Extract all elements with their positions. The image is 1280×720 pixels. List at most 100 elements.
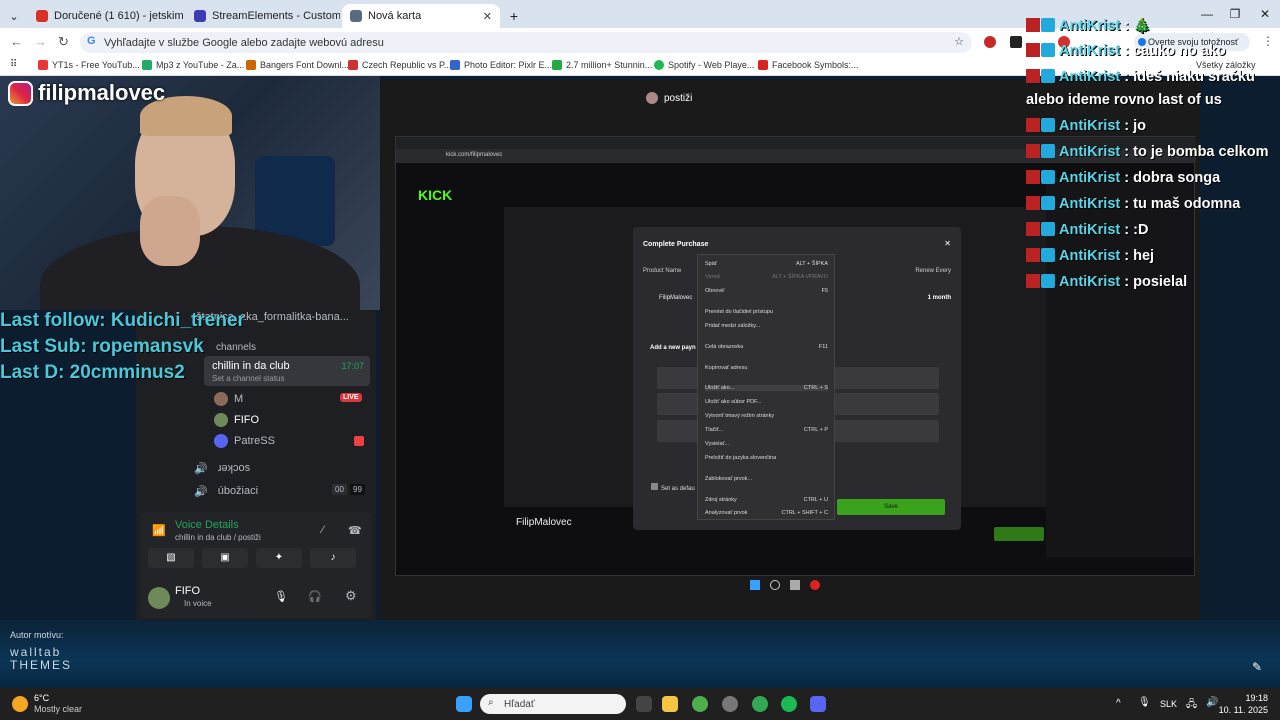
taskbar-search[interactable]: ⌕ Hľadať: [480, 694, 626, 714]
badge-icon: [1026, 144, 1040, 158]
headphones-icon[interactable]: 🎧: [308, 590, 322, 603]
chat-user: AntiKrist: [1059, 248, 1121, 264]
user-name: FIFO: [175, 585, 201, 597]
language-indicator[interactable]: SLK: [1160, 699, 1177, 709]
clock-time[interactable]: 19:18: [1245, 693, 1268, 703]
context-item: Zdroj stránky CTRL + U: [705, 497, 828, 503]
badge-icon: [1041, 248, 1055, 262]
bookmark[interactable]: Photo Editor: Pixlr E...: [450, 60, 552, 70]
subscribe-button: [994, 527, 1044, 541]
set-status-link[interactable]: Set a channel status: [212, 374, 285, 383]
chat-message: AntiKrist : dobra songa: [1026, 170, 1220, 186]
badge-icon: [1026, 274, 1040, 288]
voice-details-link[interactable]: Voice Details: [175, 519, 239, 531]
network-icon[interactable]: 🖧: [1186, 697, 1197, 714]
weather-desc[interactable]: Mostly clear: [34, 704, 82, 714]
task-view-icon[interactable]: [636, 696, 652, 712]
omnibox[interactable]: G Vyhľadajte v službe Google alebo zadaj…: [80, 32, 972, 53]
tab-search-button[interactable]: ⌄: [4, 4, 24, 28]
voice-channel[interactable]: 🔊 úbožiaci 00 99: [136, 480, 376, 502]
chrome-icon[interactable]: [752, 696, 768, 712]
camera-button[interactable]: ▧: [148, 548, 194, 568]
soundboard-button[interactable]: ♪: [310, 548, 356, 568]
back-icon[interactable]: ←: [10, 34, 23, 49]
tab-streamelements[interactable]: StreamElements - Custom comm ✕: [186, 4, 340, 28]
badge-icon: [1026, 43, 1040, 57]
context-item: Pridať medzi záložky...: [705, 323, 828, 329]
voice-channel-active[interactable]: chillin in da club 17:07 Set a channel s…: [204, 356, 370, 386]
bookmark[interactable]: Facebook Symbols:...: [758, 60, 859, 70]
bookmark[interactable]: Mp3 z YouTube - Za...: [142, 60, 244, 70]
discord-avatar-icon: [214, 434, 228, 448]
voice-details-sub: chillin in da club / postiži: [175, 533, 261, 542]
bookmark[interactable]: 2.7 million+ Stunnin...: [552, 60, 652, 70]
bookmark[interactable]: Spotify - Web Playe...: [654, 60, 754, 70]
search-icon: ⌕: [488, 697, 494, 708]
context-item: Analyzovať prvok CTRL + SHIFT + C: [705, 510, 828, 516]
close-window-icon[interactable]: ✕: [1248, 0, 1280, 28]
maximize-icon[interactable]: ❐: [1218, 0, 1252, 28]
context-item: Uložiť ako... CTRL + S: [705, 385, 828, 391]
pen-icon[interactable]: ✎: [1252, 660, 1262, 674]
tab-gmail[interactable]: Doručené (1 610) - jetskimalov ✕: [28, 4, 184, 28]
spotify-icon[interactable]: [781, 696, 797, 712]
voice-member[interactable]: PatreSS: [136, 430, 376, 452]
badge-icon: [1041, 196, 1055, 210]
context-item: Vpred ALT + ŠÍPKA VPRAVO: [705, 274, 828, 280]
bookmark[interactable]: Czech Republic vs P...: [348, 60, 451, 70]
context-item: Celá obrazovka F11: [705, 344, 828, 350]
badge-icon: [1041, 118, 1055, 132]
badge-icon: [1041, 69, 1055, 83]
chat-user: AntiKrist: [1059, 274, 1121, 290]
context-menu: Späť ALT + ŠÍPKA Vpred ALT + ŠÍPKA VPRAVO …: [697, 254, 835, 520]
bookmark[interactable]: YT1s - Free YouTub...: [38, 60, 140, 70]
gear-icon[interactable]: ⚙: [345, 588, 357, 604]
chevron-up-icon[interactable]: ^: [1116, 698, 1121, 709]
forward-icon[interactable]: →: [34, 34, 47, 49]
apps-icon[interactable]: ⠿: [10, 59, 17, 70]
menu-icon[interactable]: ⋮: [1262, 34, 1274, 48]
microphone-icon[interactable]: 🎙: [1138, 697, 1151, 708]
voice-member[interactable]: FIFO: [136, 409, 376, 431]
close-icon[interactable]: ✕: [483, 10, 492, 23]
disconnect-icon[interactable]: ☎: [348, 524, 362, 537]
file-explorer-icon[interactable]: [662, 696, 678, 712]
gmail-icon: [36, 10, 48, 22]
member-name: FIFO: [234, 414, 260, 426]
noise-suppression-icon[interactable]: ⁄: [322, 524, 324, 536]
start-icon[interactable]: [456, 696, 472, 712]
reload-icon[interactable]: ↻: [58, 34, 69, 50]
volume-icon[interactable]: 🔊: [1206, 697, 1218, 708]
steam-icon[interactable]: [722, 696, 738, 712]
context-item-label: Zdroj stránky: [705, 497, 737, 503]
chat-user: AntiKrist: [1059, 118, 1121, 134]
star-icon[interactable]: ☆: [954, 35, 964, 48]
extension-icon[interactable]: [1010, 36, 1022, 48]
clock-date[interactable]: 10. 11. 2025: [1219, 705, 1268, 715]
shared-taskbar: [750, 580, 820, 590]
discord-icon[interactable]: [810, 696, 826, 712]
extension-icon[interactable]: [984, 36, 996, 48]
weather-temp[interactable]: 6°C: [34, 693, 49, 703]
new-tab-button[interactable]: +: [504, 4, 524, 28]
chat-message: AntiKrist : :D: [1026, 222, 1148, 238]
microphone-icon[interactable]: 🎙: [274, 590, 288, 603]
screen-share-title: postiži: [646, 92, 692, 104]
activities-button[interactable]: ✦: [256, 548, 302, 568]
bookmark[interactable]: Bangers Font Downl...: [246, 60, 349, 70]
screen-share-button[interactable]: ▣: [202, 548, 248, 568]
kick-channel-name: FilipMalovec: [516, 517, 572, 528]
voice-member[interactable]: M LIVE: [136, 388, 376, 410]
omnibox-placeholder: Vyhľadajte v službe Google alebo zadajte…: [104, 36, 384, 49]
context-item: Obnoviť F5: [705, 288, 828, 294]
search-icon: [770, 580, 780, 590]
channel-label: ɹǝʞɔos: [217, 462, 251, 474]
theme-author-label: Autor motívu:: [10, 630, 64, 640]
tab-new-tab[interactable]: Nová karta ✕: [342, 4, 500, 28]
voice-channel[interactable]: 🔊 ɹǝʞɔos: [136, 457, 376, 479]
bookmark-icon: [246, 60, 256, 70]
badge-icon: [1041, 170, 1055, 184]
chat-text: : posielal: [1124, 274, 1188, 290]
context-item: Kopírovať adresu: [705, 365, 828, 371]
chrome-icon[interactable]: [692, 696, 708, 712]
